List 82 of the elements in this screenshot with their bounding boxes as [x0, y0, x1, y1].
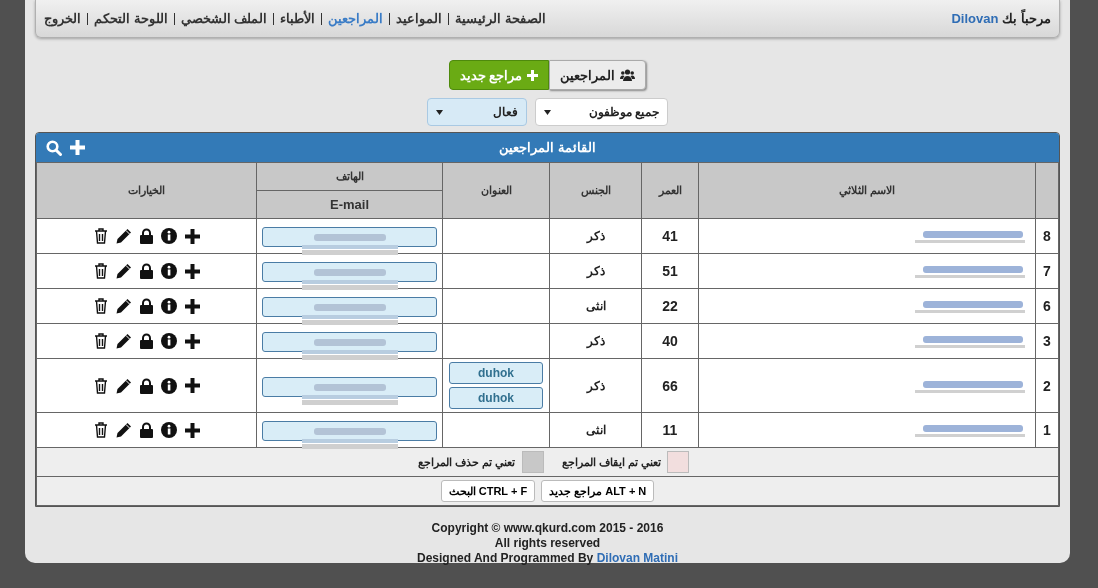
pencil-icon[interactable] [115, 333, 132, 349]
info-icon[interactable] [160, 228, 177, 244]
row-number: 3 [1035, 323, 1059, 359]
copyright-text: Copyright © www.qkurd.com 2015 - 2016 [430, 521, 665, 536]
table-cell: ذكر [549, 218, 642, 254]
plus-icon[interactable] [184, 298, 200, 314]
row-number: 1 [1035, 412, 1059, 448]
plus-icon[interactable] [184, 263, 200, 279]
table-cell: 40 [641, 323, 699, 359]
trash-icon[interactable] [93, 377, 108, 394]
table-cell: انثى [549, 288, 642, 324]
info-icon[interactable] [160, 377, 177, 394]
info-icon[interactable] [160, 422, 177, 438]
greeting: مرحباً بك [1002, 11, 1051, 26]
table-cell: 41 [641, 218, 699, 254]
plus-icon[interactable] [184, 422, 200, 438]
table-cell: ذكر [549, 358, 642, 413]
nav-link[interactable]: الخروج [44, 11, 81, 26]
patients-button[interactable]: المراجعين [549, 60, 647, 90]
table-cell: انثى [549, 412, 642, 448]
nav-link[interactable]: الصفحة الرئيسية [455, 11, 546, 26]
column-header: الخيارات [36, 162, 257, 219]
address-button[interactable]: duhok [449, 362, 543, 384]
row-number: 7 [1035, 253, 1059, 289]
table-cell: ذكر [549, 323, 642, 359]
info-icon[interactable] [160, 333, 177, 349]
shortcut-button[interactable]: ALT + N مراجع جديد [541, 480, 655, 502]
pencil-icon[interactable] [115, 377, 132, 394]
nav-link[interactable]: الملف الشخصي [180, 11, 268, 26]
nav-link[interactable]: الأطباء [280, 11, 316, 26]
table-cell: 51 [641, 253, 699, 289]
plus-icon[interactable] [184, 333, 200, 349]
column-header: الهاتف [256, 162, 443, 191]
pencil-icon[interactable] [115, 228, 132, 244]
legend-label: تعني تم حذف المراجع [418, 456, 516, 468]
trash-icon[interactable] [93, 333, 108, 349]
address-button[interactable]: duhok [449, 387, 543, 409]
table-cell: 66 [641, 358, 699, 413]
lock-icon[interactable] [139, 333, 153, 349]
trash-icon[interactable] [93, 298, 108, 314]
pencil-icon[interactable] [115, 298, 132, 314]
lock-icon[interactable] [139, 263, 153, 279]
column-header: العمر [641, 162, 699, 219]
nav-link[interactable]: المواعيد [396, 11, 443, 26]
pencil-icon[interactable] [115, 263, 132, 279]
lock-icon[interactable] [139, 377, 153, 394]
table-cell: ذكر [549, 253, 642, 289]
lock-icon[interactable] [139, 228, 153, 244]
author-link[interactable]: Dilovan Matini [596, 551, 678, 565]
pencil-icon[interactable] [115, 422, 132, 438]
panel-title: القائمة المراجعين [499, 140, 596, 155]
credit-text: Designed And Programmed By [417, 551, 594, 565]
caret-icon [436, 109, 443, 115]
trash-icon[interactable] [93, 422, 108, 438]
caret-icon [544, 109, 551, 115]
legend-label: تعني تم ايقاف المراجع [561, 456, 661, 468]
row-number: 2 [1035, 358, 1059, 413]
info-icon[interactable] [160, 298, 177, 314]
users-icon [620, 69, 636, 81]
trash-icon[interactable] [93, 228, 108, 244]
filter-dropdown[interactable]: فعال [427, 98, 527, 126]
plus-icon [527, 69, 539, 81]
table-cell: 11 [641, 412, 699, 448]
shortcut-button[interactable]: CTRL + F البحث [440, 480, 536, 502]
plus-icon[interactable] [184, 228, 200, 244]
row-number: 8 [1035, 218, 1059, 254]
search-icon[interactable] [46, 140, 62, 156]
row-number: 6 [1035, 288, 1059, 324]
column-header: الجنس [549, 162, 642, 219]
info-icon[interactable] [160, 263, 177, 279]
column-header: العنوان [442, 162, 550, 219]
column-header: الاسم الثلاثي [698, 162, 1036, 219]
column-header: E-mail [256, 190, 443, 219]
trash-icon[interactable] [93, 263, 108, 279]
user-link[interactable]: Dilovan [951, 11, 999, 26]
lock-icon[interactable] [139, 298, 153, 314]
nav-link[interactable]: اللوحة التحكم [94, 11, 168, 26]
plus-icon[interactable] [184, 378, 200, 393]
rights-text: All rights reserved [493, 536, 602, 551]
filter-dropdown[interactable]: جميع موظفون [535, 98, 668, 126]
lock-icon[interactable] [139, 422, 153, 438]
table-cell: 22 [641, 288, 699, 324]
